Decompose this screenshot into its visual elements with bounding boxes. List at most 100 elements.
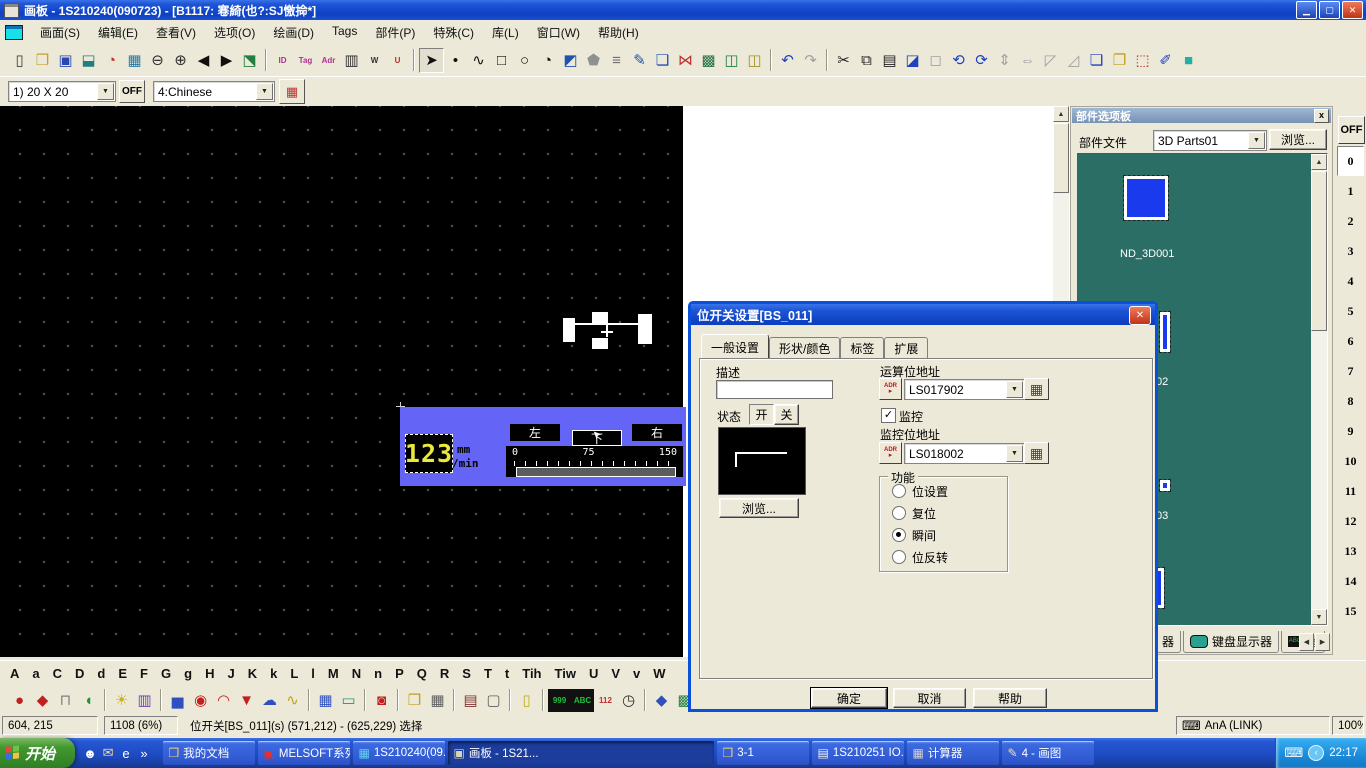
file-name-part[interactable]: ❒ — [403, 689, 426, 712]
chevron-down-icon[interactable]: ▼ — [1248, 132, 1265, 149]
scroll-up-icon[interactable]: ▲ — [1311, 154, 1327, 170]
align-icon[interactable]: ⬚ — [1131, 49, 1154, 72]
text-style-item[interactable]: K — [248, 666, 257, 681]
text-style-item[interactable]: V — [611, 666, 620, 681]
text-style-item[interactable]: M — [328, 666, 339, 681]
taskbar-task[interactable]: ▦计算器 — [907, 741, 999, 765]
text-style-item[interactable]: Q — [417, 666, 427, 681]
menu-item[interactable]: 编辑(E) — [89, 22, 147, 43]
text-style-item[interactable]: N — [352, 666, 361, 681]
part-thumbnail[interactable] — [1160, 480, 1170, 491]
state-off-button[interactable]: 关 — [774, 404, 799, 425]
grid-size-select[interactable]: 1) 20 X 20 ▼ — [8, 81, 116, 102]
bring-front-icon[interactable]: ❏ — [1085, 49, 1108, 72]
toggle-switch-part[interactable]: ⊓ — [54, 689, 77, 712]
tag-pattern-icon[interactable]: ▥ — [340, 49, 363, 72]
zoom-out-icon[interactable]: ⊖ — [146, 49, 169, 72]
description-input[interactable] — [716, 380, 833, 399]
arc-tool[interactable]: ◔ — [536, 49, 559, 72]
selection-handle[interactable] — [592, 312, 608, 323]
state-number-13[interactable]: 13 — [1337, 536, 1364, 566]
select-tool[interactable]: ➤ — [419, 48, 444, 73]
scroll-down-icon[interactable]: ▼ — [1311, 609, 1327, 625]
polyline-tool[interactable]: ∿ — [467, 49, 490, 72]
close-screen-icon[interactable]: ⬔ — [238, 49, 261, 72]
menu-item[interactable]: 选项(O) — [205, 22, 264, 43]
keyboard-tray-icon[interactable]: ⌨ — [1284, 745, 1303, 761]
keypad-part[interactable]: ▦ — [314, 689, 337, 712]
selection-handle[interactable] — [638, 314, 652, 344]
mark-tool[interactable]: ⋈ — [674, 49, 697, 72]
state-number-3[interactable]: 3 — [1337, 236, 1364, 266]
state-number-14[interactable]: 14 — [1337, 566, 1364, 596]
switch-2d-part[interactable]: ◆ — [31, 689, 54, 712]
text-style-item[interactable]: C — [53, 666, 62, 681]
maximize-button[interactable]: ▢ — [1319, 1, 1340, 19]
palette-browse-button[interactable]: 浏览... — [1269, 129, 1327, 150]
state-number-8[interactable]: 8 — [1337, 386, 1364, 416]
state-off-button[interactable]: OFF — [1338, 116, 1365, 144]
pen-style-icon[interactable]: ✐ — [1154, 49, 1177, 72]
taskbar-task[interactable]: ❒我的文档 — [163, 741, 255, 765]
text-style-item[interactable]: J — [227, 666, 234, 681]
state-number-2[interactable]: 2 — [1337, 206, 1364, 236]
taskbar-task[interactable]: ✎4 - 画图 — [1002, 741, 1094, 765]
text-style-item[interactable]: a — [32, 666, 39, 681]
state-off-toggle[interactable]: OFF — [119, 80, 145, 103]
image-mark-icon[interactable]: U — [386, 49, 409, 72]
tank-part[interactable]: ▼ — [235, 689, 258, 712]
tab-标签[interactable]: 标签 — [840, 337, 884, 358]
image-place-tool[interactable]: ▩ — [697, 49, 720, 72]
dot-tool[interactable]: • — [444, 49, 467, 72]
state-number-7[interactable]: 7 — [1337, 356, 1364, 386]
palette-tab-scroll-left[interactable]: ◀ — [1299, 633, 1314, 651]
library-load-icon[interactable]: ◫ — [720, 49, 743, 72]
ie-icon[interactable]: e — [117, 743, 135, 763]
message-display-part[interactable]: ABC — [571, 689, 594, 712]
text-style-item[interactable]: l — [311, 666, 315, 681]
enlarge-icon[interactable]: ◿ — [1062, 49, 1085, 72]
state-number-9[interactable]: 9 — [1337, 416, 1364, 446]
bar-graph-part[interactable]: ▅ — [166, 689, 189, 712]
calculator-icon[interactable]: ▦ — [1024, 442, 1049, 464]
monitor-checkbox[interactable]: ✓ — [881, 408, 896, 423]
eraser-icon[interactable]: ◪ — [901, 49, 924, 72]
scale-tool[interactable]: ≡ — [605, 49, 628, 72]
previous-screen-icon[interactable]: ◀ — [192, 49, 215, 72]
text-style-item[interactable]: G — [161, 666, 171, 681]
taskbar-task[interactable]: ▣MELSOFT系列... — [258, 741, 350, 765]
selector-part[interactable]: ▯ — [515, 689, 538, 712]
tab-一般设置[interactable]: 一般设置 — [701, 334, 769, 358]
selected-bit-switch-part[interactable] — [563, 312, 653, 348]
bulb-part[interactable]: ☀ — [110, 689, 133, 712]
text-tool[interactable]: ✎ — [628, 49, 651, 72]
menu-item[interactable]: 库(L) — [483, 22, 528, 43]
selection-handle[interactable] — [592, 338, 608, 349]
radio-button[interactable] — [892, 484, 906, 498]
capture-tool[interactable]: ❏ — [651, 49, 674, 72]
fill-tool[interactable]: ◩ — [559, 49, 582, 72]
text-style-item[interactable]: Tih — [522, 666, 541, 681]
scrollbar-thumb[interactable] — [1311, 171, 1327, 331]
radio-button[interactable] — [892, 528, 906, 542]
date-display-part[interactable]: 112 — [594, 689, 617, 712]
operation-address-select[interactable]: LS017902 ▼ — [904, 379, 1025, 400]
lamp-part[interactable]: ◖ — [77, 689, 100, 712]
text-table-icon[interactable]: ▦ — [279, 79, 305, 104]
text-style-item[interactable]: n — [374, 666, 382, 681]
text-style-item[interactable]: Tiw — [555, 666, 576, 681]
flip-vertical-icon[interactable]: ⇕ — [993, 49, 1016, 72]
minimize-button[interactable]: ▁ — [1296, 1, 1317, 19]
undo-icon[interactable]: ↶ — [776, 49, 799, 72]
text-style-item[interactable]: A — [10, 666, 19, 681]
shrink-icon[interactable]: ◸ — [1039, 49, 1062, 72]
text-style-item[interactable]: d — [97, 666, 105, 681]
tab-扩展[interactable]: 扩展 — [884, 337, 928, 358]
clock-display-part[interactable]: ◷ — [617, 689, 640, 712]
window-mark-icon[interactable]: W — [363, 49, 386, 72]
dialog-close-button[interactable]: ✕ — [1129, 306, 1151, 325]
start-button[interactable]: 开始 — [0, 738, 75, 768]
taskbar-task[interactable]: ❒3-1 — [717, 741, 809, 765]
text-style-item[interactable]: F — [140, 666, 148, 681]
quick-launch-overflow[interactable]: » — [135, 743, 153, 763]
